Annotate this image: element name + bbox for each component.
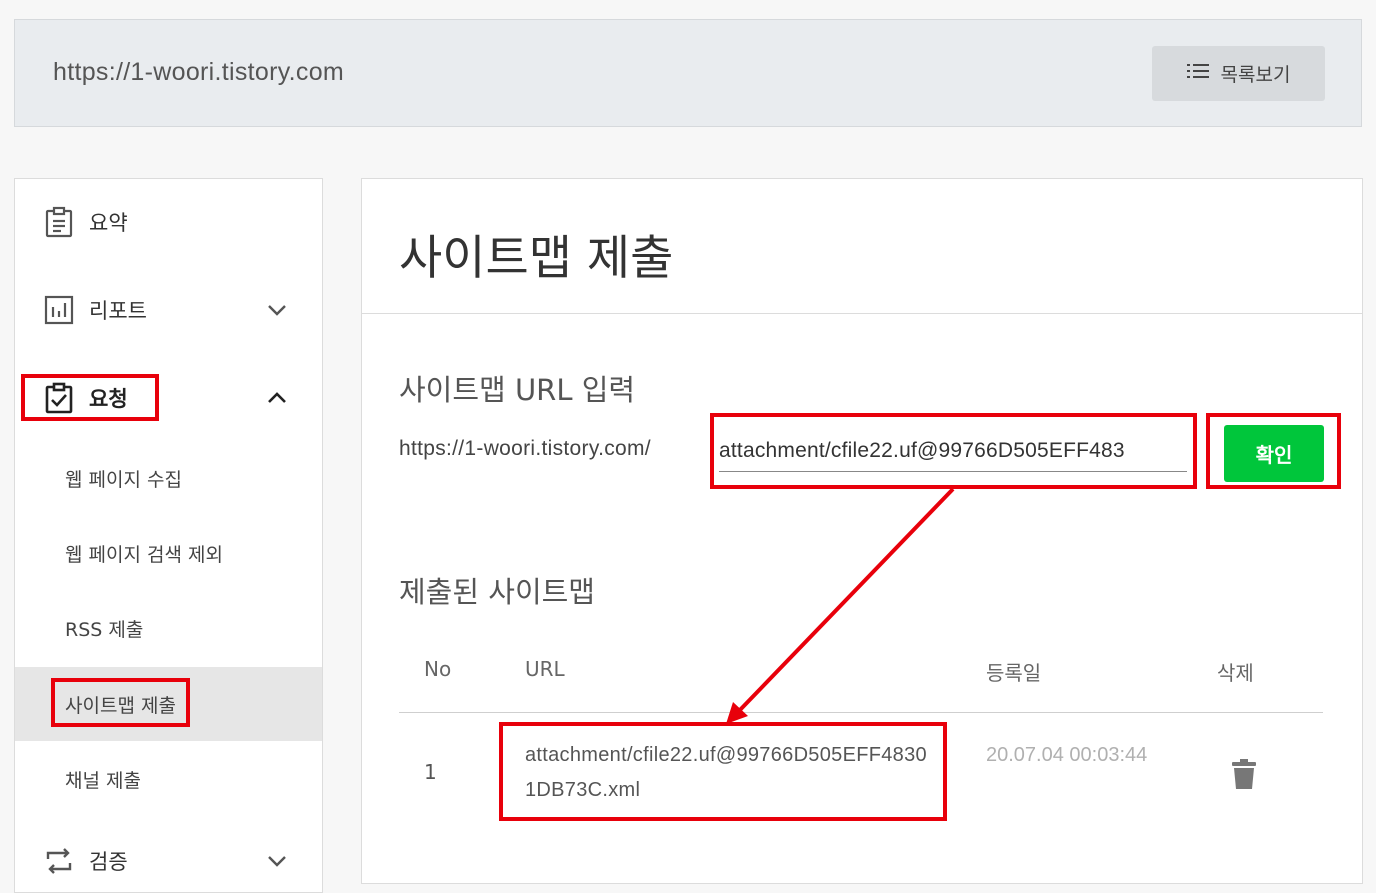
row-no: 1	[424, 760, 437, 784]
sidebar-subitem-label: 웹 페이지 검색 제외	[65, 543, 223, 566]
trash-icon[interactable]	[1232, 759, 1256, 793]
site-url: https://1-woori.tistory.com	[53, 58, 345, 86]
main-panel: 사이트맵 제출 사이트맵 URL 입력 https://1-woori.tist…	[361, 178, 1363, 884]
clipboard-icon	[43, 206, 75, 238]
sidebar-item-request[interactable]: 요청	[15, 368, 322, 428]
row-url: attachment/cfile22.uf@99766D505EFF48301D…	[525, 744, 927, 801]
clipboard-check-icon	[43, 382, 75, 414]
sidebar-subitem-label: RSS 제출	[65, 618, 144, 641]
chevron-down-icon[interactable]	[265, 298, 289, 322]
col-header-delete: 삭제	[1217, 661, 1254, 685]
sidebar-subitem-label: 채널 제출	[65, 769, 141, 792]
sidebar-item-label: 요약	[89, 211, 128, 235]
list-icon	[1186, 62, 1209, 85]
list-view-label: 목록보기	[1220, 64, 1291, 86]
col-header-no: No	[424, 657, 452, 681]
divider	[362, 313, 1362, 314]
col-header-date: 등록일	[986, 661, 1042, 685]
sidebar-item-summary[interactable]: 요약	[15, 192, 322, 252]
sidebar: 요약 리포트 요청 웹 페이지 수집 웹 페이지 검색 제외 RSS 제출 사이…	[14, 178, 323, 893]
chevron-up-icon[interactable]	[265, 386, 289, 410]
bar-chart-icon	[43, 294, 75, 326]
top-bar: https://1-woori.tistory.com 목록보기	[14, 19, 1362, 127]
table-header-divider	[399, 712, 1323, 713]
chevron-down-icon[interactable]	[265, 849, 289, 873]
submitted-section-title: 제출된 사이트맵	[399, 575, 595, 609]
col-header-url: URL	[525, 657, 565, 681]
sidebar-subitem-channel[interactable]: 채널 제출	[15, 742, 322, 816]
repeat-icon	[43, 845, 75, 877]
sidebar-subitem-web-collect[interactable]: 웹 페이지 수집	[15, 441, 322, 515]
sidebar-subitem-rss[interactable]: RSS 제출	[15, 591, 322, 665]
url-input-section-title: 사이트맵 URL 입력	[399, 373, 636, 407]
confirm-button[interactable]: 확인	[1224, 425, 1324, 482]
page-title: 사이트맵 제출	[399, 231, 674, 286]
sidebar-subitem-label: 웹 페이지 수집	[65, 468, 182, 491]
sidebar-item-label: 요청	[89, 387, 128, 411]
sitemap-url-input[interactable]	[719, 431, 1187, 472]
sidebar-subitem-label: 사이트맵 제출	[65, 694, 176, 717]
sidebar-item-label: 리포트	[89, 299, 147, 323]
sidebar-item-report[interactable]: 리포트	[15, 280, 322, 340]
row-date: 20.07.04 00:03:44	[986, 744, 1148, 766]
sidebar-subitem-web-exclude[interactable]: 웹 페이지 검색 제외	[15, 516, 322, 590]
url-prefix: https://1-woori.tistory.com/	[399, 437, 651, 460]
sidebar-item-label: 검증	[89, 850, 128, 874]
sidebar-subitem-sitemap[interactable]: 사이트맵 제출	[15, 667, 322, 741]
sidebar-item-verify[interactable]: 검증	[15, 831, 322, 891]
list-view-button[interactable]: 목록보기	[1152, 46, 1325, 101]
